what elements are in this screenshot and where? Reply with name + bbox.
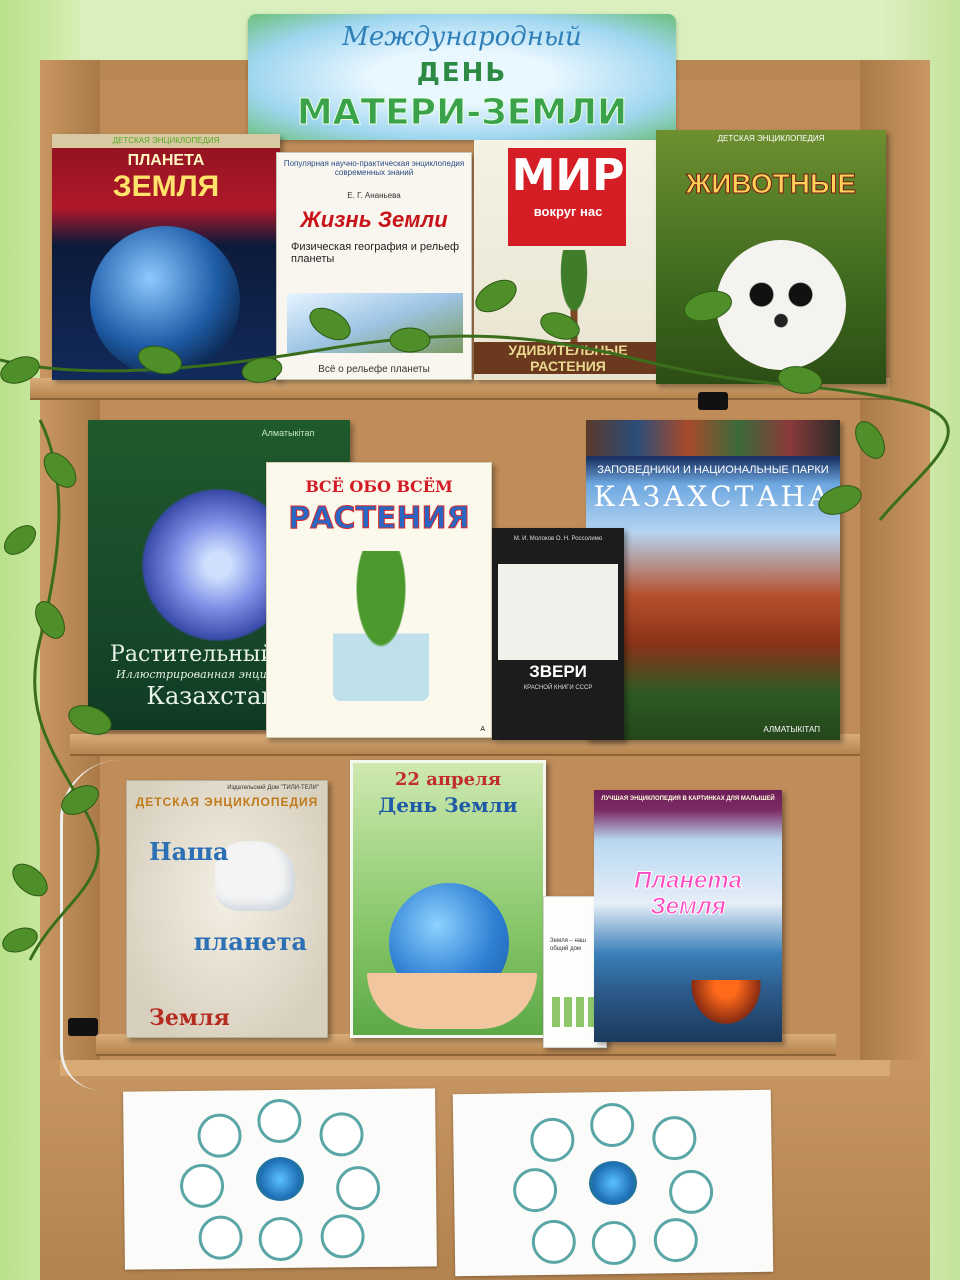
book-zveri: М. И. Молоков О. Н. Россолимо ЗВЕРИ КРАС…: [492, 528, 624, 740]
book-title-line-1: ПЛАНЕТА: [127, 152, 205, 169]
book-subtitle: вокруг нас: [533, 204, 603, 219]
poster-circle: [179, 1163, 225, 1209]
book-title-line-2: планета: [193, 927, 307, 956]
poster-circle: [198, 1215, 243, 1260]
poster-circle: [320, 1214, 365, 1259]
trees-illustration: [552, 997, 600, 1027]
poster-circle: [653, 1217, 699, 1263]
book-den-zemli: 22 апреля День Земли: [350, 760, 546, 1038]
book-title: ЗВЕРИ: [529, 662, 587, 681]
poster-circle: [531, 1219, 577, 1265]
white-cable: [60, 760, 150, 1090]
book-series-label: ЛУЧШАЯ ЭНЦИКЛОПЕДИЯ В КАРТИНКАХ ДЛЯ МАЛЫ…: [601, 796, 775, 802]
eco-poster-left: [123, 1088, 437, 1270]
book-publisher: АЛМАТЫКІТАП: [763, 725, 820, 734]
binder-clip: [698, 392, 728, 410]
book-planeta-zemlya-malysham: ЛУЧШАЯ ЭНЦИКЛОПЕДИЯ В КАРТИНКАХ ДЛЯ МАЛЫ…: [594, 790, 782, 1042]
hands-image: [367, 973, 537, 1029]
poster-circle: [197, 1113, 242, 1158]
book-subtitle: КРАСНОЙ КНИГИ СССР: [523, 685, 593, 691]
book-zapovedniki-kazakhstana: ЗАПОВЕДНИКИ И НАЦИОНАЛЬНЫЕ ПАРКИ КАЗАХСТ…: [586, 420, 840, 740]
earth-character-image: [255, 1156, 305, 1202]
eco-poster-right: [452, 1089, 774, 1277]
poster-circle: [319, 1112, 364, 1157]
poster-circle-ring: [179, 1098, 381, 1262]
book-title-line-3: Земля: [149, 1005, 230, 1031]
book-publisher: А: [480, 726, 485, 733]
poster-circle: [335, 1165, 381, 1211]
book-title: ЖИВОТНЫЕ: [685, 168, 857, 200]
earth-globe-image: [90, 226, 240, 376]
book-series-label: ДЕТСКАЯ ЭНЦИКЛОПЕДИЯ: [52, 134, 280, 148]
book-publisher: Алматыкітап: [261, 428, 315, 438]
book-series-label: ВСЁ ОБО ВСЁМ: [305, 477, 453, 496]
book-subtitle: Физическая география и рельеф планеты: [291, 241, 460, 265]
book-title-line-1: Наша: [149, 837, 229, 866]
book-title: РАСТЕНИЯ: [288, 501, 471, 537]
banner-line-3: МАТЕРИ-ЗЕМЛИ: [296, 92, 628, 134]
book-publisher: Издательский Дом "ТИЛИ-ТЕЛИ": [227, 785, 319, 791]
book-title-line-2: ЗЕМЛЯ: [112, 170, 220, 203]
book-title: Жизнь Земли: [300, 207, 448, 232]
book-footer: Всё о рельефе планеты: [318, 364, 430, 375]
book-mir-vokrug-nas: МИР вокруг нас УДИВИТЕЛЬНЫЕ РАСТЕНИЯ: [474, 140, 662, 380]
volcano-image: [686, 980, 766, 1030]
earth-character-image: [588, 1160, 638, 1206]
book-title: КАЗАХСТАНА: [593, 480, 833, 513]
poster-circle: [257, 1098, 302, 1144]
animals-illustration: [498, 564, 618, 660]
book-author: Е. Г. Ананьева: [347, 191, 401, 200]
book-authors: М. И. Молоков О. Н. Россолимо: [513, 536, 603, 542]
photo-strip: [586, 420, 840, 456]
book-series-label: ЗАПОВЕДНИКИ И НАЦИОНАЛЬНЫЕ ПАРКИ: [597, 464, 829, 476]
poster-circle: [652, 1115, 697, 1161]
poster-circle: [512, 1167, 558, 1213]
book-planeta-zemlya: ДЕТСКАЯ ЭНЦИКЛОПЕДИЯ ПЛАНЕТА ЗЕМЛЯ: [52, 134, 280, 380]
book-title: День Земли: [378, 793, 518, 817]
book-zhizn-zemli: Популярная научно-практическая энциклопе…: [276, 152, 472, 380]
poster-circle: [258, 1216, 303, 1262]
book-title: Планета Земля: [633, 867, 743, 920]
book-nasha-planeta-zemlya: Издательский Дом "ТИЛИ-ТЕЛИ" ДЕТСКАЯ ЭНЦ…: [126, 780, 328, 1038]
book-bottom-label: УДИВИТЕЛЬНЫЕ РАСТЕНИЯ: [474, 342, 662, 374]
banner-line-2: ДЕНЬ: [416, 58, 508, 88]
poster-circle: [530, 1117, 575, 1163]
earth-day-banner: Международный ДЕНЬ МАТЕРИ-ЗЕМЛИ: [248, 14, 676, 140]
poster-circle: [589, 1102, 635, 1148]
book-series-label: ДЕТСКАЯ ЭНЦИКЛОПЕДИЯ: [135, 795, 319, 809]
poster-circle: [591, 1220, 637, 1266]
poster-circle: [668, 1169, 714, 1215]
book-date: 22 апреля: [394, 769, 502, 790]
book-zhivotnye: ДЕТСКАЯ ЭНЦИКЛОПЕДИЯ ЖИВОТНЫЕ: [656, 130, 886, 384]
book-series-label: ДЕТСКАЯ ЭНЦИКЛОПЕДИЯ: [717, 134, 825, 143]
mountain-illustration: [287, 293, 463, 353]
book-vse-obo-vsem-rasteniya: ВСЁ ОБО ВСЁМ РАСТЕНИЯ А: [266, 462, 492, 738]
desk-top: [60, 1060, 890, 1076]
book-title: МИР: [511, 150, 625, 201]
poster-circle-ring: [512, 1102, 714, 1266]
banner-line-1: Международный: [342, 22, 582, 52]
binder-clip: [68, 1018, 98, 1036]
book-series-label: Популярная научно-практическая энциклопе…: [283, 159, 465, 177]
plant-in-glass-illustration: [333, 551, 429, 701]
panda-image: [716, 240, 846, 370]
